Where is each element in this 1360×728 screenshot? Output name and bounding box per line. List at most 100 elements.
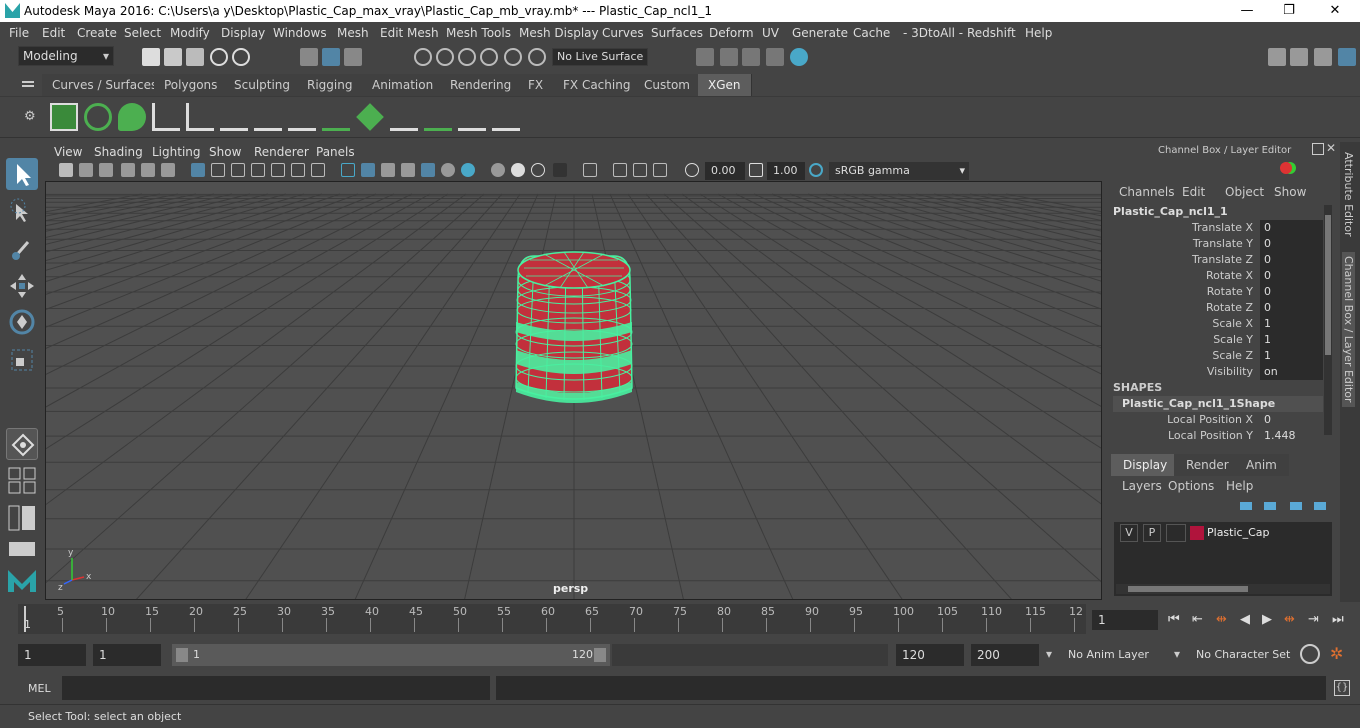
motion-blur-icon[interactable]: [491, 163, 505, 177]
exposure-icon[interactable]: [685, 163, 699, 177]
new-scene-icon[interactable]: [142, 48, 160, 66]
close-panel-icon[interactable]: ✕: [1326, 141, 1336, 155]
current-frame-field[interactable]: 1: [1092, 610, 1158, 630]
menu-modify[interactable]: Modify: [170, 26, 210, 40]
shelf-settings-gear-icon[interactable]: ⚙: [24, 109, 36, 124]
layer-tab-anim[interactable]: Anim: [1234, 454, 1289, 476]
depth-of-field-icon[interactable]: [531, 163, 545, 177]
make-live-icon[interactable]: [528, 48, 546, 66]
shelf-tab-custom[interactable]: Custom: [634, 74, 701, 96]
channel-value[interactable]: 0: [1260, 252, 1323, 268]
plastic-cap-mesh[interactable]: y x z: [46, 182, 1102, 600]
minimize-button[interactable]: —: [1232, 2, 1262, 20]
menu-windows[interactable]: Windows: [273, 26, 327, 40]
shape-channel-value[interactable]: 0: [1260, 412, 1323, 428]
shelf-tab-curves-surfaces[interactable]: Curves / Surfaces: [42, 74, 169, 96]
channel-value[interactable]: 0: [1260, 220, 1323, 236]
smooth-shade-icon[interactable]: [361, 163, 375, 177]
two-d-pan-zoom-icon[interactable]: [141, 163, 155, 177]
float-panel-icon[interactable]: [1312, 143, 1324, 155]
hypershade-icon[interactable]: [790, 48, 808, 66]
step-forward-frame-icon[interactable]: ⇹: [1284, 612, 1295, 627]
xgen-add-guides-icon[interactable]: [220, 103, 248, 131]
shape-channel-row[interactable]: Local Position X 0: [1108, 412, 1323, 428]
play-forwards-icon[interactable]: ▶: [1262, 612, 1272, 627]
menu-edit[interactable]: Edit: [42, 26, 65, 40]
workspace-icon[interactable]: [1268, 48, 1286, 66]
layer-scrollbar[interactable]: [1116, 584, 1330, 594]
snap-curve-icon[interactable]: [436, 48, 454, 66]
new-layer-selected-icon[interactable]: [1314, 502, 1326, 510]
perspective-viewport[interactable]: y x z persp: [45, 181, 1102, 600]
channel-box-scrollbar[interactable]: [1324, 205, 1332, 435]
channel-row[interactable]: Translate X 0: [1108, 220, 1323, 236]
viewport-menu-lighting[interactable]: Lighting: [152, 145, 201, 159]
select-by-object-icon[interactable]: [322, 48, 340, 66]
color-management-icon[interactable]: [809, 163, 823, 177]
redo-icon[interactable]: [232, 48, 250, 66]
shelf-tab-rendering[interactable]: Rendering: [440, 74, 523, 96]
snap-view-plane-icon[interactable]: [504, 48, 522, 66]
range-end-handle[interactable]: [594, 648, 606, 662]
menu-redshift[interactable]: Redshift: [967, 26, 1016, 40]
select-tool-icon[interactable]: [6, 158, 38, 190]
channel-value[interactable]: on: [1260, 364, 1323, 380]
textured-icon[interactable]: [401, 163, 415, 177]
auto-key-icon[interactable]: [1300, 644, 1320, 664]
options-menu[interactable]: Options: [1168, 479, 1214, 493]
shadows-icon[interactable]: [441, 163, 455, 177]
command-language-label[interactable]: MEL: [28, 682, 51, 695]
isolate-select-icon[interactable]: [553, 163, 567, 177]
character-set-dropdown[interactable]: No Character Set: [1190, 644, 1290, 666]
shelf-tab-rigging[interactable]: Rigging: [297, 74, 364, 96]
menu-3dtoall[interactable]: - 3DtoAll -: [903, 26, 963, 40]
mode-dropdown[interactable]: Modeling ▾: [18, 46, 114, 66]
bookmark-icon[interactable]: [99, 163, 113, 177]
anim-layer-dropdown[interactable]: No Anim Layer: [1062, 644, 1162, 666]
close-button[interactable]: ✕: [1320, 2, 1350, 20]
wireframe-icon[interactable]: [341, 163, 355, 177]
go-to-end-icon[interactable]: ⏭: [1332, 612, 1344, 627]
xgen-editor-icon[interactable]: [50, 103, 78, 131]
layer-tab-display[interactable]: Display: [1111, 454, 1180, 476]
viewport-menu-view[interactable]: View: [54, 145, 82, 159]
xray-joints-icon[interactable]: [613, 163, 627, 177]
select-camera-icon[interactable]: [59, 163, 73, 177]
persp-outliner-layout-icon[interactable]: [6, 504, 38, 532]
safe-title-icon[interactable]: [311, 163, 325, 177]
shape-channel-row[interactable]: Local Position Y 1.448: [1108, 428, 1323, 444]
shelf-tab-polygons[interactable]: Polygons: [154, 74, 229, 96]
edit-menu[interactable]: Edit: [1182, 185, 1205, 199]
scale-tool-icon[interactable]: [6, 344, 38, 376]
open-scene-icon[interactable]: [164, 48, 182, 66]
save-scene-icon[interactable]: [186, 48, 204, 66]
layer-visibility-toggle[interactable]: V: [1120, 524, 1138, 542]
xgen-preview-icon[interactable]: [84, 103, 112, 131]
anti-aliasing-icon[interactable]: [511, 163, 525, 177]
menu-surfaces[interactable]: Surfaces: [651, 26, 703, 40]
menu-select[interactable]: Select: [124, 26, 161, 40]
backface-culling-icon[interactable]: [653, 163, 667, 177]
move-tool-icon[interactable]: [6, 270, 38, 302]
resolution-gate-icon[interactable]: [231, 163, 245, 177]
animation-start-field[interactable]: 1: [18, 644, 86, 666]
image-plane-icon[interactable]: [121, 163, 135, 177]
xgen-create-description-icon[interactable]: [118, 103, 146, 131]
menu-help[interactable]: Help: [1025, 26, 1052, 40]
film-gate-icon[interactable]: [211, 163, 225, 177]
channel-row[interactable]: Rotate Z 0: [1108, 300, 1323, 316]
xgen-add-guide-icon[interactable]: [152, 103, 180, 131]
xgen-cut-guide-icon[interactable]: [458, 103, 486, 131]
paint-select-tool-icon[interactable]: [6, 234, 38, 266]
object-menu[interactable]: Object: [1225, 185, 1264, 199]
channel-value[interactable]: 1: [1260, 332, 1323, 348]
layer-color-swatch[interactable]: [1190, 526, 1204, 540]
character-set-chevron-down-icon[interactable]: ▾: [1174, 647, 1180, 661]
menu-mesh[interactable]: Mesh: [337, 26, 369, 40]
menu-display[interactable]: Display: [221, 26, 265, 40]
animation-preferences-icon[interactable]: ✲: [1330, 644, 1343, 663]
channel-row[interactable]: Visibility on: [1108, 364, 1323, 380]
channel-row[interactable]: Rotate X 0: [1108, 268, 1323, 284]
xray-icon[interactable]: [583, 163, 597, 177]
shape-channel-value[interactable]: 1.448: [1260, 428, 1323, 444]
